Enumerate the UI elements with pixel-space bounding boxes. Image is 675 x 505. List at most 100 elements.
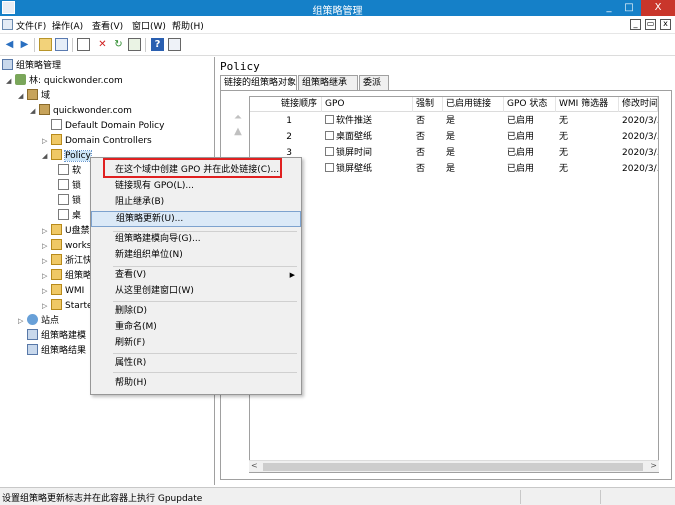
tree-item-policy-child[interactable]: 锁	[58, 194, 81, 209]
back-arrow-icon[interactable]: ◀	[3, 38, 16, 51]
menu-item-refresh[interactable]: 刷新(F)	[91, 335, 301, 351]
menu-view[interactable]: 查看(V)	[92, 19, 123, 32]
menu-help[interactable]: 帮助(H)	[172, 19, 204, 32]
tree-item-ou[interactable]: ▷ U盘禁	[42, 224, 90, 239]
menu-item-rename[interactable]: 重命名(M)	[91, 319, 301, 335]
menu-item-new-ou[interactable]: 新建组织单位(N)	[91, 247, 301, 263]
ou-icon	[51, 239, 62, 250]
export-icon[interactable]	[128, 38, 141, 51]
column-header[interactable]: 强制	[413, 97, 443, 112]
scroll-right-icon[interactable]: >	[650, 461, 657, 470]
menu-item-new-window[interactable]: 从这里创建窗口(W)	[91, 283, 301, 299]
tab-inheritance[interactable]: 组策略继承	[298, 75, 358, 90]
column-header[interactable]: GPO	[322, 97, 413, 112]
mdi-minimize-button[interactable]: _	[630, 19, 641, 30]
tree-forest[interactable]: ◢ 林: quickwonder.com	[6, 74, 123, 89]
tree-item-policy-child[interactable]: 软	[58, 164, 81, 179]
expand-arrow-icon[interactable]: ▷	[42, 269, 51, 284]
help-icon[interactable]: ?	[151, 38, 164, 51]
close-button[interactable]: X	[641, 0, 675, 16]
menu-item-delete[interactable]: 删除(D)	[91, 303, 301, 319]
refresh-icon[interactable]: ↻	[112, 38, 125, 51]
menu-item-help[interactable]: 帮助(H)	[91, 375, 301, 391]
column-header[interactable]: 链接顺序	[250, 97, 322, 112]
tree-item-ou[interactable]: ▷ Starte	[42, 299, 93, 314]
modeling-icon	[27, 329, 38, 340]
cell-status: 已启用	[507, 164, 535, 174]
gpo-icon	[325, 147, 334, 156]
ou-icon	[51, 299, 62, 310]
mdi-close-button[interactable]: x	[660, 19, 671, 30]
expand-arrow-icon[interactable]: ▷	[42, 134, 51, 149]
menu-item-view[interactable]: 查看(V) ▶	[91, 267, 301, 283]
tree-item-ou[interactable]: ▷ works	[42, 239, 91, 254]
collapse-arrow-icon[interactable]: ◢	[42, 149, 51, 164]
expand-arrow-icon[interactable]: ▷	[42, 239, 51, 254]
tree-item-sites[interactable]: ▷ 站点	[18, 314, 59, 329]
tree-domain[interactable]: ◢ quickwonder.com	[30, 104, 132, 119]
cell-wmi: 无	[559, 116, 569, 126]
expand-arrow-icon[interactable]: ▷	[42, 299, 51, 314]
menu-action[interactable]: 操作(A)	[52, 19, 83, 32]
tree-item-ou[interactable]: ▷ 组策略	[42, 269, 92, 284]
table-row[interactable]: 1 软件推送 否 是 已启用 无 2020/3/...	[250, 113, 658, 129]
console-icon[interactable]	[2, 19, 13, 30]
menu-item-view-label: 查看(V)	[115, 270, 147, 280]
move-top-icon[interactable]: ⏶	[231, 112, 245, 124]
highlight-box	[103, 158, 282, 178]
scroll-left-icon[interactable]: <	[251, 461, 258, 470]
tab-linked-gpos[interactable]: 链接的组策略对象	[220, 75, 297, 91]
tab-delegation[interactable]: 委派	[359, 75, 389, 90]
tree-root[interactable]: 组策略管理	[2, 59, 61, 74]
table-row[interactable]: 4 锁屏壁纸 否 是 已启用 无 2020/3/...	[250, 161, 658, 177]
expand-arrow-icon[interactable]: ▷	[42, 254, 51, 269]
forward-arrow-icon[interactable]: ▶	[18, 38, 31, 51]
cell-status: 已启用	[507, 116, 535, 126]
expand-arrow-icon[interactable]: ▷	[18, 314, 27, 329]
tree-item-ou[interactable]: ▷ 浙江快	[42, 254, 92, 269]
menu-item-properties[interactable]: 属性(R)	[91, 355, 301, 371]
column-header[interactable]: WMI 筛选器	[556, 97, 619, 112]
tree-item-policy-child[interactable]: 桌	[58, 209, 81, 224]
scroll-thumb[interactable]	[263, 463, 643, 471]
table-row[interactable]: 3 锁屏时间 否 是 已启用 无 2020/3/...	[250, 145, 658, 161]
up-folder-icon[interactable]	[39, 38, 52, 51]
menu-item-block-inheritance[interactable]: 阻止继承(B)	[91, 194, 301, 210]
collapse-arrow-icon[interactable]: ◢	[18, 89, 27, 104]
menu-item-link-existing-gpo[interactable]: 链接现有 GPO(L)...	[91, 178, 301, 194]
minimize-button[interactable]: _	[599, 0, 619, 16]
maximize-button[interactable]: □	[619, 0, 639, 16]
delete-icon[interactable]: ✕	[96, 38, 109, 51]
column-header[interactable]: 已启用链接	[443, 97, 504, 112]
column-header[interactable]: 修改时间	[619, 97, 658, 112]
tree-domains[interactable]: ◢ 域	[18, 89, 50, 104]
menu-window[interactable]: 窗口(W)	[132, 19, 166, 32]
cell-enforced: 否	[416, 132, 426, 142]
tree-item-default-domain-policy[interactable]: Default Domain Policy	[42, 119, 164, 134]
tree-item-results[interactable]: 组策略结果	[27, 344, 86, 359]
cell-gpo: 锁屏壁纸	[336, 164, 373, 174]
tree-item-modeling[interactable]: 组策略建模	[27, 329, 86, 344]
show-hide-tree-icon[interactable]	[55, 38, 68, 51]
collapse-arrow-icon[interactable]: ◢	[6, 74, 15, 89]
title-bar: 组策略管理 _ □ X	[0, 0, 675, 17]
mdi-restore-button[interactable]: ▭	[645, 19, 656, 30]
move-up-icon[interactable]: ▲	[231, 126, 245, 138]
expand-arrow-icon[interactable]: ▷	[42, 224, 51, 239]
tree-item-policy-child[interactable]: 锁	[58, 179, 81, 194]
cell-wmi: 无	[559, 148, 569, 158]
tree-item-domain-controllers[interactable]: ▷ Domain Controllers	[42, 134, 152, 149]
column-header[interactable]: GPO 状态	[504, 97, 556, 112]
tree-item-ou[interactable]: ▷ WMI	[42, 284, 84, 299]
expand-arrow-icon[interactable]: ▷	[42, 284, 51, 299]
copy-icon[interactable]	[77, 38, 90, 51]
tree-item-policy[interactable]: ◢ Policy	[42, 149, 92, 164]
menu-item-modeling-wizard[interactable]: 组策略建模向导(G)...	[91, 231, 301, 247]
collapse-arrow-icon[interactable]: ◢	[30, 104, 39, 119]
properties-icon[interactable]	[168, 38, 181, 51]
table-row[interactable]: 2 桌面壁纸 否 是 已启用 无 2020/3/...	[250, 129, 658, 145]
menu-file[interactable]: 文件(F)	[16, 19, 46, 32]
horizontal-scrollbar[interactable]: < >	[249, 460, 659, 472]
menu-item-gp-update[interactable]: 组策略更新(U)...	[91, 211, 301, 227]
domains-icon	[27, 89, 38, 100]
